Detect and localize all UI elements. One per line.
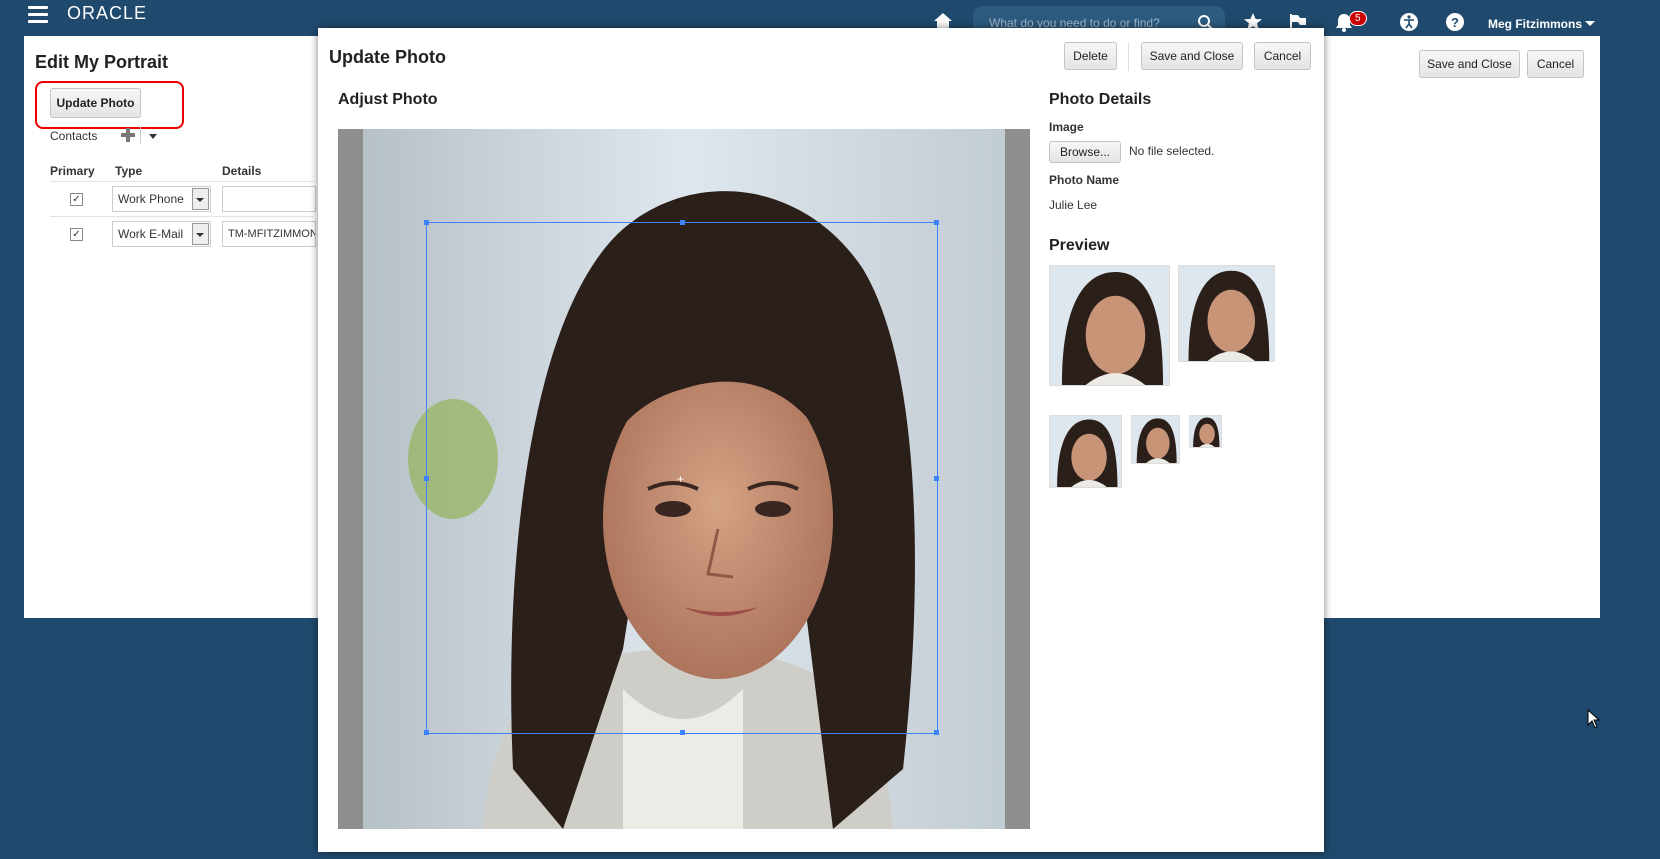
page-save-and-close-button[interactable]: Save and Close <box>1419 50 1520 78</box>
column-header-type: Type <box>115 164 143 178</box>
contact-type-select[interactable]: Work E-Mail <box>112 221 211 247</box>
photo-details-title: Photo Details <box>1049 91 1152 108</box>
add-contact-icon[interactable] <box>120 127 136 143</box>
contacts-label: Contacts <box>50 129 98 143</box>
crop-handle[interactable] <box>680 730 685 735</box>
svg-text:?: ? <box>1451 15 1459 30</box>
crop-selection-box[interactable]: + <box>424 220 939 735</box>
chevron-down-icon[interactable] <box>192 223 209 245</box>
notification-badge: 5 <box>1349 11 1367 26</box>
column-header-primary: Primary <box>50 164 95 178</box>
primary-checkbox[interactable]: ✓ <box>70 193 83 206</box>
contact-type-select[interactable]: Work Phone <box>112 186 211 212</box>
page-title: Edit My Portrait <box>35 52 169 72</box>
crop-handle[interactable] <box>424 476 429 481</box>
help-icon[interactable]: ? <box>1445 12 1465 32</box>
delete-button[interactable]: Delete <box>1064 42 1117 70</box>
preview-title: Preview <box>1049 237 1110 254</box>
user-menu-caret-icon <box>1585 21 1596 26</box>
update-photo-dialog: Update Photo Delete Save and Close Cance… <box>318 28 1324 852</box>
contact-details-input[interactable]: TM-MFITZIMMON <box>222 221 316 247</box>
user-name: Meg Fitzimmons <box>1488 17 1583 31</box>
preview-thumbnail-small <box>1049 415 1122 488</box>
table-divider <box>50 181 314 182</box>
contact-details-input[interactable] <box>222 186 316 212</box>
crop-handle[interactable] <box>424 730 429 735</box>
image-label: Image <box>1049 120 1084 134</box>
preview-thumbnail-medium <box>1178 265 1275 362</box>
crop-handle[interactable] <box>680 220 685 225</box>
photo-crop-area[interactable]: + <box>338 129 1030 829</box>
dialog-cancel-button[interactable]: Cancel <box>1254 42 1311 70</box>
dialog-save-and-close-button[interactable]: Save and Close <box>1141 42 1243 70</box>
crop-handle[interactable] <box>934 730 939 735</box>
file-status-text: No file selected. <box>1129 144 1215 158</box>
browse-button[interactable]: Browse... <box>1049 141 1121 163</box>
adjust-photo-title: Adjust Photo <box>338 91 438 108</box>
toolbar-separator <box>140 127 141 144</box>
preview-thumbnail-xsmall <box>1131 415 1180 464</box>
primary-checkbox[interactable]: ✓ <box>70 228 83 241</box>
photo-name-value: Julie Lee <box>1049 198 1098 212</box>
crop-handle[interactable] <box>934 476 939 481</box>
preview-thumbnail-large <box>1049 265 1170 386</box>
accessibility-icon[interactable] <box>1399 12 1419 32</box>
photo-name-label: Photo Name <box>1049 173 1120 187</box>
column-header-details: Details <box>222 164 262 178</box>
crop-center-crosshair-icon: + <box>677 472 685 486</box>
crop-handle[interactable] <box>424 220 429 225</box>
contacts-menu-dropdown-icon[interactable] <box>149 134 157 139</box>
table-divider <box>50 216 314 217</box>
toolbar-separator <box>1128 43 1129 71</box>
oracle-logo: ORACLE <box>67 3 148 23</box>
navigator-menu-icon[interactable] <box>28 6 48 24</box>
mouse-cursor-icon <box>1587 709 1601 729</box>
update-photo-button[interactable]: Update Photo <box>50 88 141 118</box>
preview-thumbnail-tiny <box>1189 415 1222 448</box>
user-menu[interactable]: Meg Fitzimmons <box>1488 17 1596 31</box>
crop-handle[interactable] <box>934 220 939 225</box>
chevron-down-icon[interactable] <box>192 188 209 210</box>
page-cancel-button[interactable]: Cancel <box>1527 50 1584 78</box>
dialog-title: Update Photo <box>329 47 446 67</box>
